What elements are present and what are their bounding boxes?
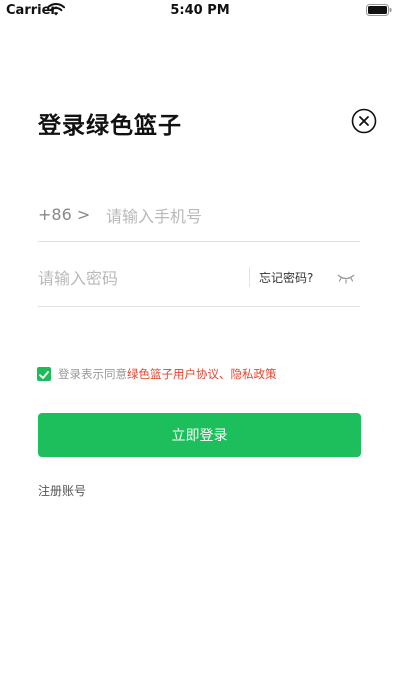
eye-closed-icon[interactable] bbox=[336, 270, 356, 284]
status-time: 5:40 PM bbox=[170, 3, 230, 18]
agreement-link[interactable]: 绿色篮子用户协议、隐私政策 bbox=[127, 367, 277, 381]
register-link[interactable]: 注册账号 bbox=[38, 482, 86, 499]
login-button[interactable]: 立即登录 bbox=[38, 413, 361, 457]
page-title: 登录绿色篮子 bbox=[38, 113, 182, 139]
password-field-row: 忘记密码? bbox=[38, 255, 360, 307]
agreement-prefix: 登录表示同意 bbox=[58, 367, 127, 381]
forgot-password-link[interactable]: 忘记密码? bbox=[259, 269, 313, 286]
agreement-text: 登录表示同意绿色篮子用户协议、隐私政策 bbox=[58, 367, 277, 382]
checkmark-icon bbox=[39, 371, 49, 379]
password-input[interactable] bbox=[38, 263, 238, 293]
battery-icon bbox=[366, 4, 392, 16]
phone-field-row: +86 > bbox=[38, 195, 360, 242]
phone-input[interactable] bbox=[106, 201, 356, 231]
field-divider bbox=[249, 267, 250, 287]
country-code-selector[interactable]: +86 > bbox=[38, 205, 90, 224]
agreement-checkbox[interactable] bbox=[37, 367, 51, 381]
status-bar: Carrier 5:40 PM bbox=[0, 0, 400, 22]
close-icon[interactable] bbox=[351, 108, 377, 134]
